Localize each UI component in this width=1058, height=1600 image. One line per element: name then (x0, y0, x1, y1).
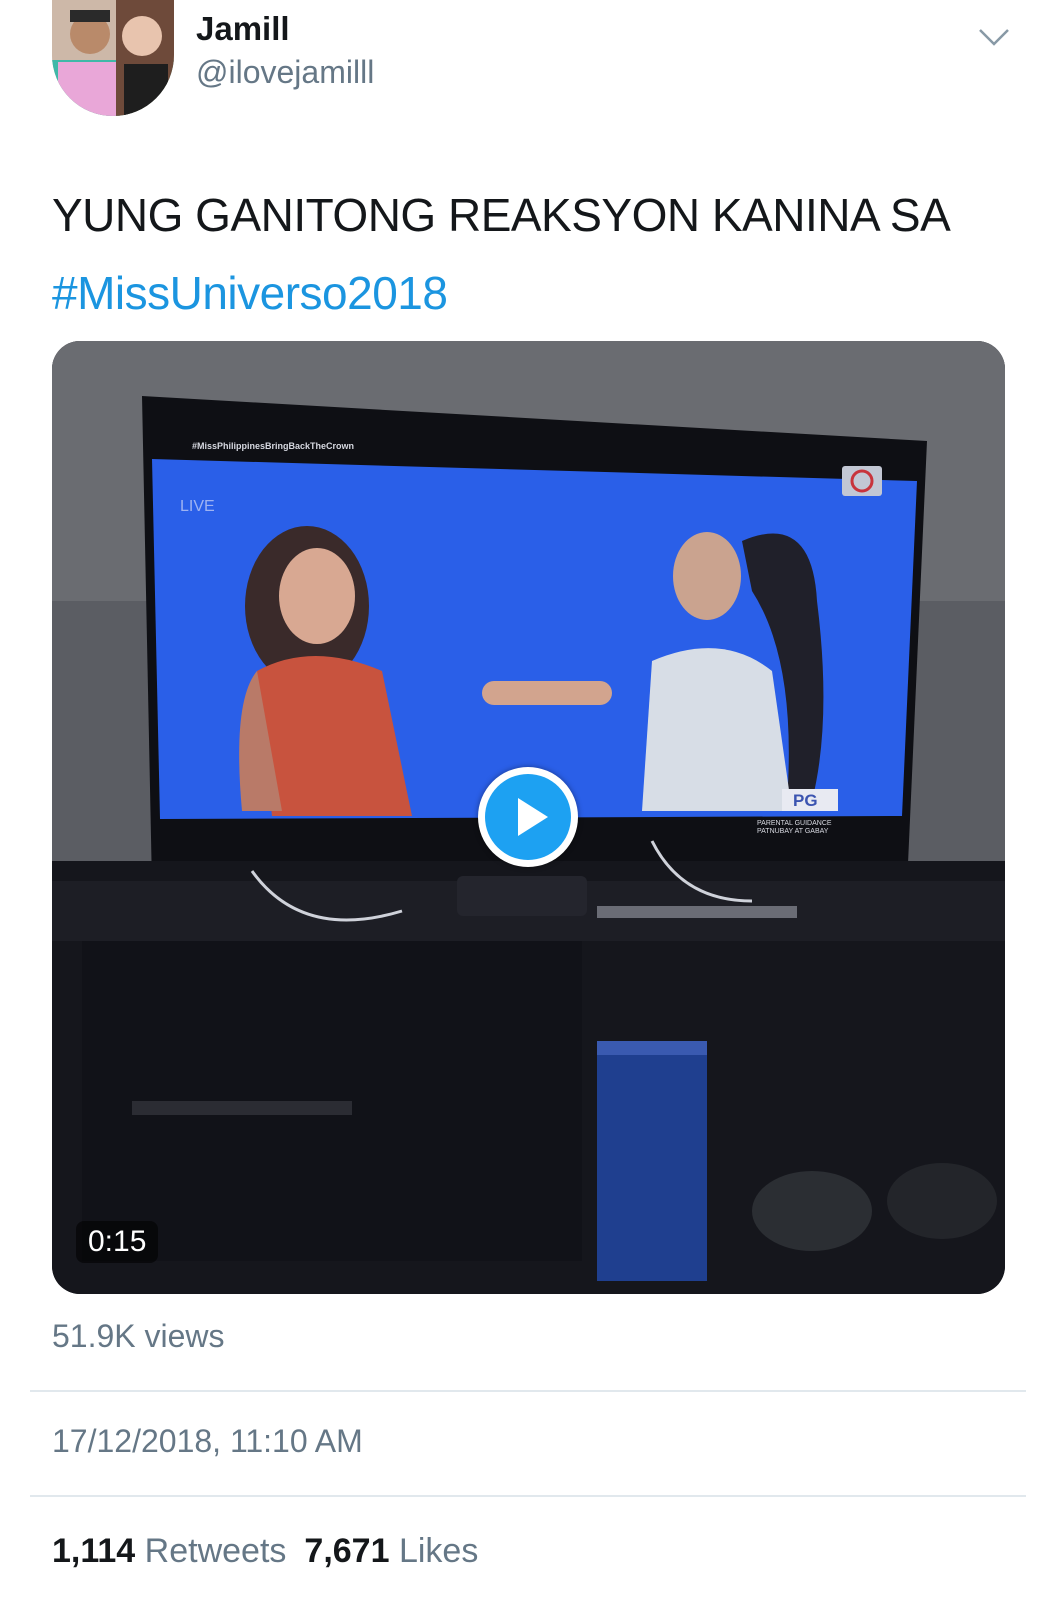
avatar-photo (52, 0, 174, 116)
divider (30, 1495, 1026, 1497)
user-handle[interactable]: @ilovejamilll (196, 54, 374, 91)
overlay-hashtag: #MissPhilippinesBringBackTheCrown (192, 441, 354, 451)
rating-caption-2: PATNUBAY AT GABAY (757, 828, 829, 835)
retweets-count: 1,114 (52, 1532, 136, 1570)
chevron-down-icon[interactable] (976, 22, 1012, 52)
tweet-text: YUNG GANITONG REAKSYON KANINA SA #MissUn… (52, 176, 1022, 332)
likes-label: Likes (398, 1532, 479, 1570)
display-name[interactable]: Jamill (196, 10, 290, 48)
video-duration: 0:15 (76, 1221, 159, 1263)
retweets-link[interactable]: 1,114 Retweets (52, 1532, 286, 1570)
hashtag-link[interactable]: #MissUniverso2018 (52, 267, 448, 319)
likes-link[interactable]: 7,671 Likes (304, 1532, 478, 1570)
rating-badge: PG (793, 791, 818, 810)
rating-caption-1: PARENTAL GUIDANCE (757, 820, 832, 827)
divider (30, 1390, 1026, 1392)
live-label: LIVE (180, 498, 215, 515)
tweet-timestamp[interactable]: 17/12/2018, 11:10 AM (52, 1423, 363, 1460)
video-player[interactable]: #MissPhilippinesBringBackTheCrown LIVE P… (52, 341, 1005, 1294)
play-icon (485, 774, 571, 860)
engagement-stats: 1,114 Retweets 7,671 Likes (52, 1532, 496, 1571)
play-button[interactable] (478, 767, 578, 867)
view-count: 51.9K views (52, 1318, 225, 1354)
tweet-body: YUNG GANITONG REAKSYON KANINA SA (52, 189, 951, 241)
likes-count: 7,671 (304, 1532, 390, 1570)
retweets-label: Retweets (144, 1532, 287, 1570)
avatar[interactable] (52, 0, 174, 116)
